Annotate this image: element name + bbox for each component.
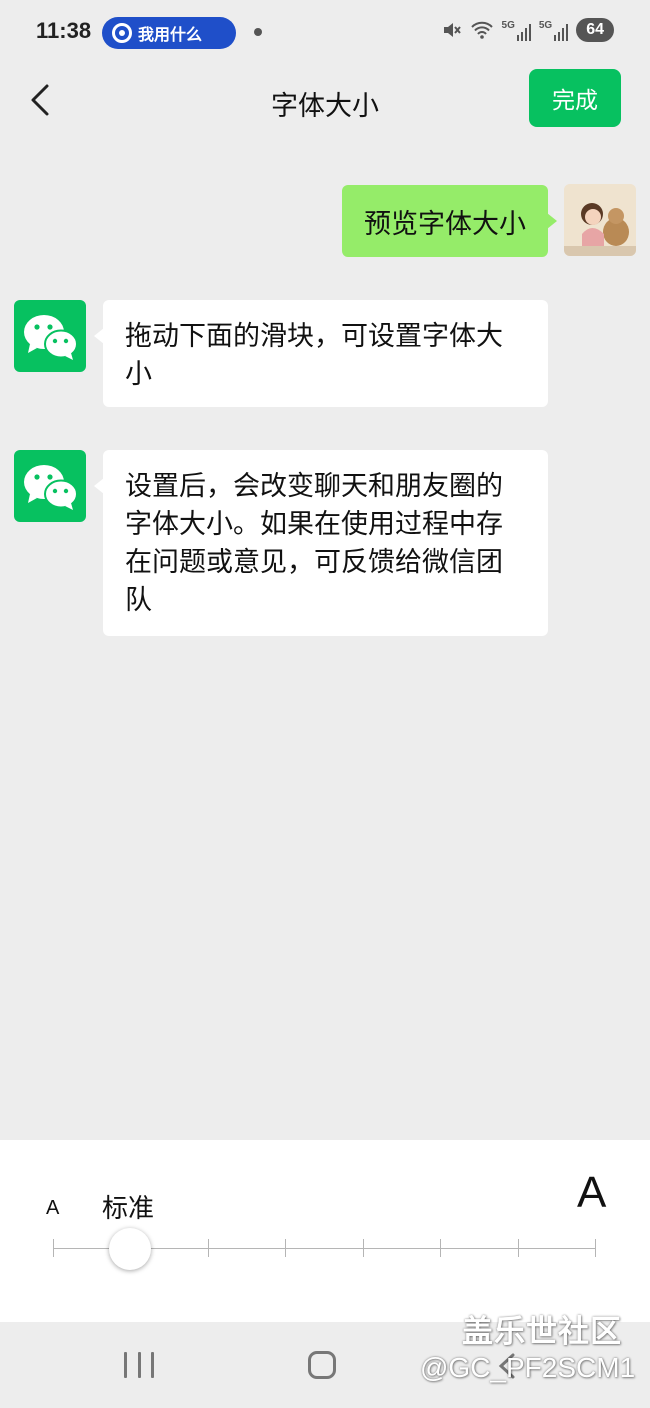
font-level-label: 标准 xyxy=(102,1194,155,1224)
status-icons: 5G 5G 64 xyxy=(442,18,614,42)
watermark-site: 盖乐世社区 xyxy=(462,1314,622,1350)
watermark-user: @GC_PF2SCM1 xyxy=(420,1352,636,1383)
signal-bars-icon xyxy=(554,23,569,41)
done-button[interactable]: 完成 xyxy=(529,69,621,127)
wechat-logo-icon xyxy=(24,465,78,510)
notification-pill[interactable]: 我用什么 xyxy=(102,17,236,49)
notification-pill-text: 我用什么 xyxy=(138,25,203,44)
mute-icon xyxy=(443,23,461,37)
wechat-avatar[interactable] xyxy=(14,450,86,522)
home-button[interactable] xyxy=(308,1351,336,1379)
status-bar: 11:38 我用什么 5G 5G 64 xyxy=(0,0,650,64)
recent-apps-button[interactable] xyxy=(124,1352,154,1378)
small-font-indicator: A xyxy=(46,1197,60,1219)
status-time: 11:38 xyxy=(36,18,92,43)
network-type-2: 5G xyxy=(538,19,553,31)
signal-2: 5G xyxy=(538,19,569,41)
slider-tick[interactable] xyxy=(53,1239,54,1257)
font-size-panel: A 标准 A xyxy=(0,1140,650,1322)
user-message-bubble: 预览字体大小 xyxy=(342,185,557,257)
slider-tick[interactable] xyxy=(285,1239,287,1257)
slider-tick[interactable] xyxy=(517,1239,519,1257)
wechat-avatar[interactable] xyxy=(14,300,86,372)
signal-1: 5G xyxy=(502,20,531,41)
user-avatar-image xyxy=(564,184,636,256)
wechat-logo-icon xyxy=(24,315,78,360)
notification-dot-icon xyxy=(254,28,262,36)
slider-tick[interactable] xyxy=(595,1239,596,1257)
slider-tick[interactable] xyxy=(362,1239,364,1257)
app-ring-icon xyxy=(112,23,132,43)
user-avatar[interactable] xyxy=(564,184,636,256)
font-size-slider-handle[interactable] xyxy=(109,1228,152,1270)
network-type-1: 5G xyxy=(501,19,515,31)
wifi-icon xyxy=(470,21,493,39)
slider-tick[interactable] xyxy=(440,1239,442,1257)
battery-icon: 64 xyxy=(576,18,614,42)
slider-tick[interactable] xyxy=(207,1239,209,1257)
large-font-indicator: A xyxy=(577,1168,607,1217)
nav-bar: 字体大小 完成 xyxy=(0,64,650,136)
bot-message-bubble: 设置后，会改变聊天和朋友圈的字体大小。如果在使用过程中存在问题或意见，可反馈给微… xyxy=(94,450,548,636)
signal-bars-icon xyxy=(516,23,531,41)
bot-message-bubble: 拖动下面的滑块，可设置字体大小 xyxy=(94,300,548,407)
